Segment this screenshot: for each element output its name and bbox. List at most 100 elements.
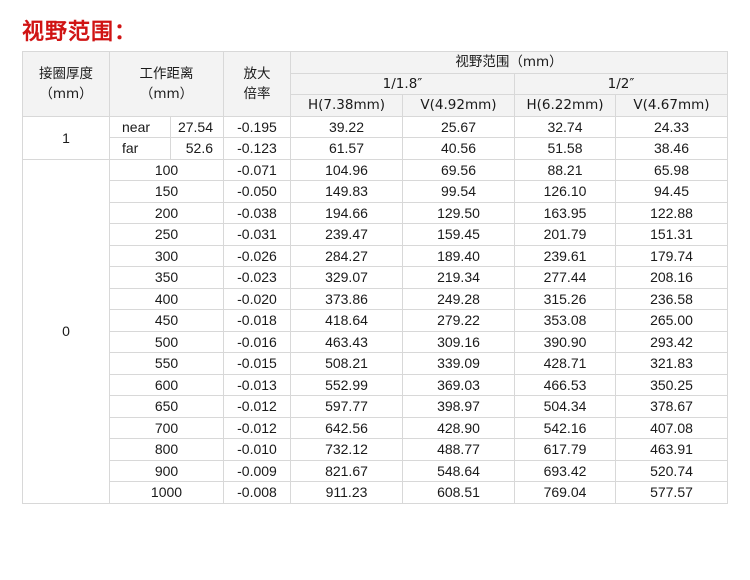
header-thickness: 接圈厚度 （mm） <box>22 51 110 117</box>
distance-label-cell: near <box>109 115 171 138</box>
field-of-view-table: 接圈厚度 （mm） 工作距离 （mm） 放大 倍率 视野范围（mm） 1/1.8… <box>22 51 728 504</box>
h-b-cell: 466.53 <box>514 373 616 396</box>
h-a-cell: 732.12 <box>290 438 403 461</box>
v-a-cell: 279.22 <box>402 309 515 332</box>
distance-cell: 350 <box>109 266 224 289</box>
distance-cell: 100 <box>109 158 224 181</box>
h-b-cell: 353.08 <box>514 309 616 332</box>
table-row: 550 -0.015 508.21 339.09 428.71 321.83 <box>23 352 728 375</box>
magnification-cell: -0.012 <box>223 416 291 439</box>
h-b-cell: 542.16 <box>514 416 616 439</box>
h-a-cell: 597.77 <box>290 395 403 418</box>
h-a-cell: 149.83 <box>290 180 403 203</box>
v-b-cell: 65.98 <box>615 158 728 181</box>
v-b-cell: 520.74 <box>615 459 728 482</box>
v-a-cell: 339.09 <box>402 352 515 375</box>
v-a-cell: 398.97 <box>402 395 515 418</box>
table-row: 700 -0.012 642.56 428.90 542.16 407.08 <box>23 416 728 439</box>
v-b-cell: 94.45 <box>615 180 728 203</box>
table-row: 200 -0.038 194.66 129.50 163.95 122.88 <box>23 201 728 224</box>
magnification-cell: -0.195 <box>223 115 291 138</box>
h-b-cell: 51.58 <box>514 137 616 160</box>
magnification-cell: -0.008 <box>223 481 291 504</box>
magnification-cell: -0.020 <box>223 287 291 310</box>
h-b-cell: 239.61 <box>514 244 616 267</box>
v-b-cell: 122.88 <box>615 201 728 224</box>
h-b-cell: 32.74 <box>514 115 616 138</box>
magnification-cell: -0.026 <box>223 244 291 267</box>
h-b-cell: 201.79 <box>514 223 616 246</box>
v-b-cell: 265.00 <box>615 309 728 332</box>
h-a-cell: 373.86 <box>290 287 403 310</box>
distance-cell: 700 <box>109 416 224 439</box>
magnification-cell: -0.050 <box>223 180 291 203</box>
v-b-cell: 236.58 <box>615 287 728 310</box>
magnification-cell: -0.010 <box>223 438 291 461</box>
table-row: 600 -0.013 552.99 369.03 466.53 350.25 <box>23 373 728 396</box>
h-a-cell: 642.56 <box>290 416 403 439</box>
v-b-cell: 151.31 <box>615 223 728 246</box>
v-a-cell: 219.34 <box>402 266 515 289</box>
v-b-cell: 179.74 <box>615 244 728 267</box>
distance-cell: 900 <box>109 459 224 482</box>
magnification-cell: -0.009 <box>223 459 291 482</box>
table-row: 800 -0.010 732.12 488.77 617.79 463.91 <box>23 438 728 461</box>
table-row: far 52.6 -0.123 61.57 40.56 51.58 38.46 <box>23 137 728 160</box>
header-distance: 工作距离 （mm） <box>109 51 224 117</box>
v-a-cell: 159.45 <box>402 223 515 246</box>
table-row: 350 -0.023 329.07 219.34 277.44 208.16 <box>23 266 728 289</box>
header-row-1: 接圈厚度 （mm） 工作距离 （mm） 放大 倍率 视野范围（mm） <box>22 51 728 117</box>
v-b-cell: 38.46 <box>615 137 728 160</box>
h-a-cell: 239.47 <box>290 223 403 246</box>
table-row: 250 -0.031 239.47 159.45 201.79 151.31 <box>23 223 728 246</box>
h-a-cell: 329.07 <box>290 266 403 289</box>
v-b-cell: 577.57 <box>615 481 728 504</box>
v-b-cell: 24.33 <box>615 115 728 138</box>
header-v-b: V(4.67mm) <box>615 94 728 117</box>
distance-cell: 150 <box>109 180 224 203</box>
page-title: 视野范围： <box>22 20 138 45</box>
h-a-cell: 104.96 <box>290 158 403 181</box>
table-row: 1 near 27.54 -0.195 39.22 25.67 32.74 24.33 <box>22 115 728 160</box>
table-row: 300 -0.026 284.27 189.40 239.61 179.74 <box>23 244 728 267</box>
distance-cell: 650 <box>109 395 224 418</box>
header-sensor-a: 1/1.8″ <box>290 72 515 95</box>
v-b-cell: 208.16 <box>615 266 728 289</box>
distance-cell: 300 <box>109 244 224 267</box>
magnification-cell: -0.018 <box>223 309 291 332</box>
distance-cell: 27.54 <box>170 115 224 138</box>
header-magnification: 放大 倍率 <box>223 51 291 117</box>
magnification-cell: -0.123 <box>223 137 291 160</box>
h-a-cell: 418.64 <box>290 309 403 332</box>
h-b-cell: 693.42 <box>514 459 616 482</box>
table-row: 150 -0.050 149.83 99.54 126.10 94.45 <box>23 180 728 203</box>
h-a-cell: 508.21 <box>290 352 403 375</box>
h-a-cell: 463.43 <box>290 330 403 353</box>
v-a-cell: 69.56 <box>402 158 515 181</box>
magnification-cell: -0.015 <box>223 352 291 375</box>
header-h-b: H(6.22mm) <box>514 94 616 117</box>
table-row: 900 -0.009 821.67 548.64 693.42 520.74 <box>23 459 728 482</box>
distance-label-cell: far <box>109 137 171 160</box>
magnification-cell: -0.038 <box>223 201 291 224</box>
v-a-cell: 249.28 <box>402 287 515 310</box>
distance-cell: 550 <box>109 352 224 375</box>
header-h-a: H(7.38mm) <box>290 94 403 117</box>
magnification-cell: -0.071 <box>223 158 291 181</box>
h-b-cell: 428.71 <box>514 352 616 375</box>
header-v-a: V(4.92mm) <box>402 94 515 117</box>
table-row: 1000 -0.008 911.23 608.51 769.04 577.57 <box>23 481 728 504</box>
table-row: 400 -0.020 373.86 249.28 315.26 236.58 <box>23 287 728 310</box>
distance-cell: 400 <box>109 287 224 310</box>
table-row: 500 -0.016 463.43 309.16 390.90 293.42 <box>23 330 728 353</box>
v-a-cell: 189.40 <box>402 244 515 267</box>
table-row: 0 100 -0.071 104.96 69.56 88.21 65.98 <box>22 158 728 504</box>
distance-cell: 450 <box>109 309 224 332</box>
magnification-cell: -0.031 <box>223 223 291 246</box>
magnification-cell: -0.013 <box>223 373 291 396</box>
h-a-cell: 552.99 <box>290 373 403 396</box>
v-a-cell: 608.51 <box>402 481 515 504</box>
table-row: 650 -0.012 597.77 398.97 504.34 378.67 <box>23 395 728 418</box>
v-b-cell: 378.67 <box>615 395 728 418</box>
v-a-cell: 25.67 <box>402 115 515 138</box>
